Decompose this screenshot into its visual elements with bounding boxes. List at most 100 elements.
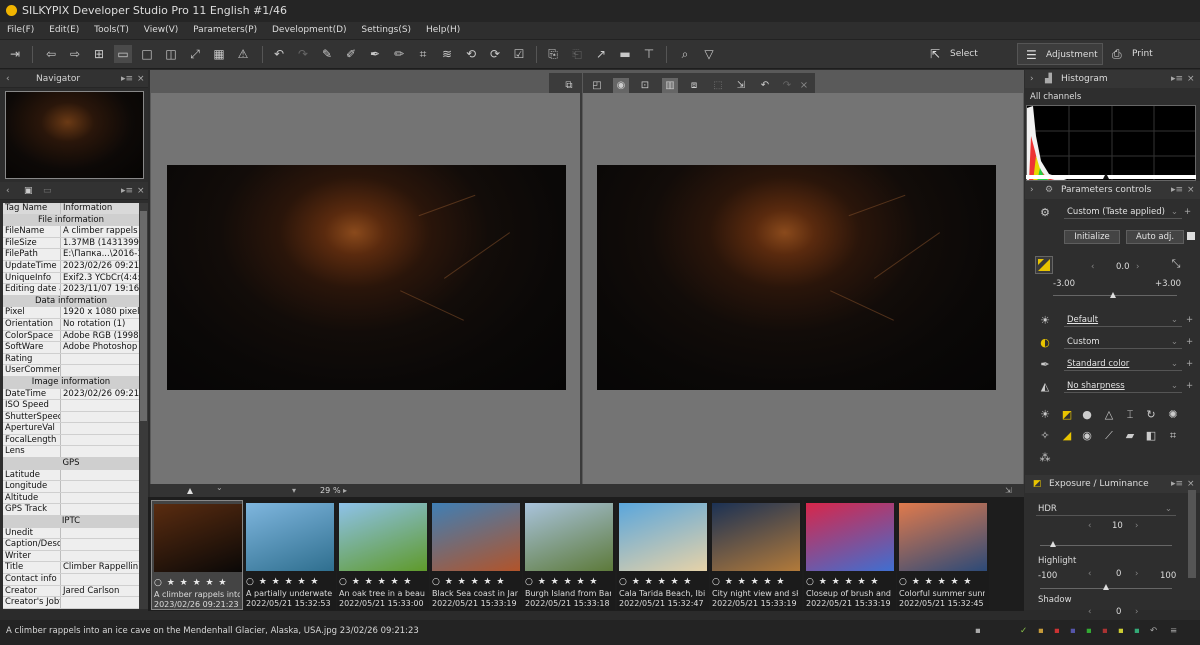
- crop-icon[interactable]: ⌗: [414, 45, 432, 63]
- info-row[interactable]: ISO Speed: [3, 400, 139, 412]
- ring-tool-icon[interactable]: ✺: [1165, 407, 1181, 423]
- filmstrip-thumbnail[interactable]: ○ ★ ★ ★ ★ ★ A partially underwater 2022/05…: [244, 500, 336, 610]
- rating-stars[interactable]: ○ ★ ★ ★ ★ ★: [806, 577, 880, 587]
- histogram-range-bar[interactable]: [1026, 173, 1196, 179]
- develop-icon[interactable]: ⊤: [640, 45, 658, 63]
- expand-icon[interactable]: ⇲: [1005, 484, 1012, 497]
- filmstrip-thumbnail[interactable]: ○ ★ ★ ★ ★ ★ Closeup of brush and 2022/05/2…: [804, 500, 896, 610]
- rating-stars[interactable]: ○ ★ ★ ★ ★ ★: [339, 577, 413, 587]
- rating-stars[interactable]: ○ ★ ★ ★ ★ ★: [619, 577, 693, 587]
- wb-dropper-icon[interactable]: ✐: [342, 45, 360, 63]
- prev-icon[interactable]: ⇦: [42, 45, 60, 63]
- color-pen-icon[interactable]: ✒: [1037, 357, 1053, 373]
- wand-tool-icon[interactable]: ✧: [1037, 428, 1053, 444]
- info-row[interactable]: Contact info: [3, 574, 139, 586]
- info-row[interactable]: ShutterSpeed: [3, 411, 139, 424]
- right-panel-scrollbar[interactable]: [1188, 490, 1196, 578]
- before-view-icon[interactable]: ◰: [589, 78, 605, 94]
- split-view-icon[interactable]: ▥: [662, 78, 678, 94]
- white-balance-dropdown[interactable]: Default ⌄: [1064, 314, 1182, 327]
- filmstrip-thumbnail[interactable]: ○ ★ ★ ★ ★ ★ Burgh Island from Banl 2022/05…: [523, 500, 615, 610]
- rotate-left-icon[interactable]: ⟲: [462, 45, 480, 63]
- info-row[interactable]: Orientation No rotation (1): [3, 318, 139, 331]
- info-row[interactable]: ApertureVal: [3, 423, 139, 435]
- adjustment-mode-button[interactable]: ☰ Adjustment: [1017, 43, 1103, 65]
- histogram-knob[interactable]: [1103, 173, 1109, 179]
- rating-stars[interactable]: ○ ★ ★ ★ ★ ★: [712, 577, 786, 587]
- rotate-tool-icon[interactable]: ↻: [1143, 407, 1159, 423]
- status-label-icon[interactable]: ▪: [1038, 620, 1044, 642]
- info-row[interactable]: Altitude: [3, 492, 139, 505]
- add-icon[interactable]: +: [1186, 381, 1193, 391]
- filmstrip-thumbnail[interactable]: ○ ★ ★ ★ ★ ★ Black Sea coast in Janu 2022/0…: [430, 500, 522, 610]
- next-icon[interactable]: ⇨: [66, 45, 84, 63]
- hdr-value[interactable]: 10: [1112, 521, 1123, 531]
- info-row[interactable]: FilePathE:\Папка...\2016-10: [3, 249, 139, 261]
- status-menu-icon[interactable]: ≡: [1170, 620, 1177, 642]
- exposure-bias-button[interactable]: [1035, 256, 1053, 274]
- panel-menu-icon[interactable]: ▸≡: [1171, 70, 1183, 88]
- tone-dropdown[interactable]: Custom ⌄: [1064, 336, 1182, 349]
- info-row[interactable]: SoftWare Adobe Photoshop C: [3, 342, 139, 354]
- decrease-icon[interactable]: ‹: [1088, 569, 1091, 579]
- triangle-tool-icon[interactable]: △: [1101, 407, 1117, 423]
- auto-adj-checkbox[interactable]: [1187, 232, 1195, 240]
- taste-dropdown[interactable]: Custom (Taste applied) ⌄: [1064, 206, 1182, 219]
- zoom-step-icon[interactable]: ▸: [343, 484, 347, 497]
- info-section-header[interactable]: GPS: [3, 458, 139, 470]
- before-photo[interactable]: [167, 165, 566, 390]
- rating-stars[interactable]: ○ ★ ★ ★ ★ ★: [154, 578, 228, 588]
- info-row[interactable]: UserComment: [3, 365, 139, 377]
- info-row[interactable]: FocalLength: [3, 434, 139, 447]
- filmstrip-thumbnail[interactable]: ○ ★ ★ ★ ★ ★ Cala Tarida Beach, Ibiz 2022/0…: [617, 500, 709, 610]
- status-flag-icon[interactable]: ▪: [1102, 620, 1108, 642]
- highlight-slider-knob[interactable]: [1103, 584, 1109, 590]
- rotate-right-icon[interactable]: ⟳: [486, 45, 504, 63]
- info-row[interactable]: UniqueInfoExif2.3 YCbCr(4:4:4): [3, 272, 139, 285]
- info-section-header[interactable]: Data information: [3, 295, 139, 308]
- info-row[interactable]: Longitude: [3, 481, 139, 493]
- info-row[interactable]: FileSize1.37MB (1431399Byte: [3, 237, 139, 250]
- initialize-button[interactable]: Initialize: [1064, 230, 1120, 244]
- comment-icon[interactable]: ▣: [24, 182, 33, 200]
- undo-icon[interactable]: ↶: [270, 45, 288, 63]
- menu-view[interactable]: View(V): [137, 22, 184, 39]
- color-dropper-icon[interactable]: ✒: [366, 45, 384, 63]
- info-row[interactable]: UpdateTime2023/02/26 09:21:23: [3, 260, 139, 273]
- hdr-dropdown[interactable]: HDR ⌄: [1036, 503, 1176, 516]
- single-view-icon[interactable]: □: [138, 45, 156, 63]
- status-teal-icon[interactable]: ▪: [1134, 620, 1140, 642]
- auto-adj-button[interactable]: Auto adj.: [1126, 230, 1184, 244]
- color-dropdown[interactable]: Standard color ⌄: [1064, 358, 1182, 371]
- paste-params-icon[interactable]: ⎗: [568, 45, 586, 63]
- status-tool-icon[interactable]: ▪: [975, 620, 981, 642]
- panel-menu-icon[interactable]: ▸≡: [1171, 475, 1183, 493]
- print-mode-button[interactable]: ⎙ Print: [1104, 43, 1184, 65]
- folder-icon[interactable]: ▭: [43, 182, 52, 200]
- exposure-value[interactable]: 0.0: [1116, 262, 1130, 272]
- pen-icon[interactable]: ✏: [390, 45, 408, 63]
- close-icon[interactable]: ×: [137, 70, 145, 88]
- chevron-down-icon[interactable]: ⌄: [216, 481, 223, 494]
- info-row[interactable]: Editing date an2023/11/07 19:16:03: [3, 284, 139, 296]
- redo-icon[interactable]: ↷: [294, 45, 312, 63]
- info-row[interactable]: ColorSpace Adobe RGB (1998): [3, 330, 139, 343]
- copy-params-icon[interactable]: ⎘: [544, 45, 562, 63]
- info-row[interactable]: Pixel 1920 x 1080 pixel: [3, 307, 139, 319]
- status-check-icon[interactable]: ✓: [1020, 620, 1027, 642]
- hdr-slider-knob[interactable]: [1050, 541, 1056, 547]
- compare-view-icon[interactable]: ◫: [162, 45, 180, 63]
- after-photo[interactable]: [597, 165, 996, 390]
- increase-icon[interactable]: ›: [1136, 262, 1139, 272]
- dropper-icon[interactable]: ✎: [318, 45, 336, 63]
- decrease-icon[interactable]: ‹: [1088, 607, 1091, 617]
- info-row[interactable]: Creator Jared Carlson: [3, 585, 139, 598]
- rating-stars[interactable]: ○ ★ ★ ★ ★ ★: [899, 577, 973, 587]
- close-icon[interactable]: ×: [1187, 70, 1195, 88]
- zoom-dropdown-icon[interactable]: ▾: [292, 484, 296, 497]
- wedge-tool-icon[interactable]: ◢: [1059, 428, 1075, 444]
- tone-icon[interactable]: ◐: [1037, 335, 1053, 351]
- histogram-channel[interactable]: All channels: [1030, 92, 1081, 102]
- status-yellow-icon[interactable]: ▪: [1118, 620, 1124, 642]
- fit-icon[interactable]: ⊡: [637, 78, 653, 94]
